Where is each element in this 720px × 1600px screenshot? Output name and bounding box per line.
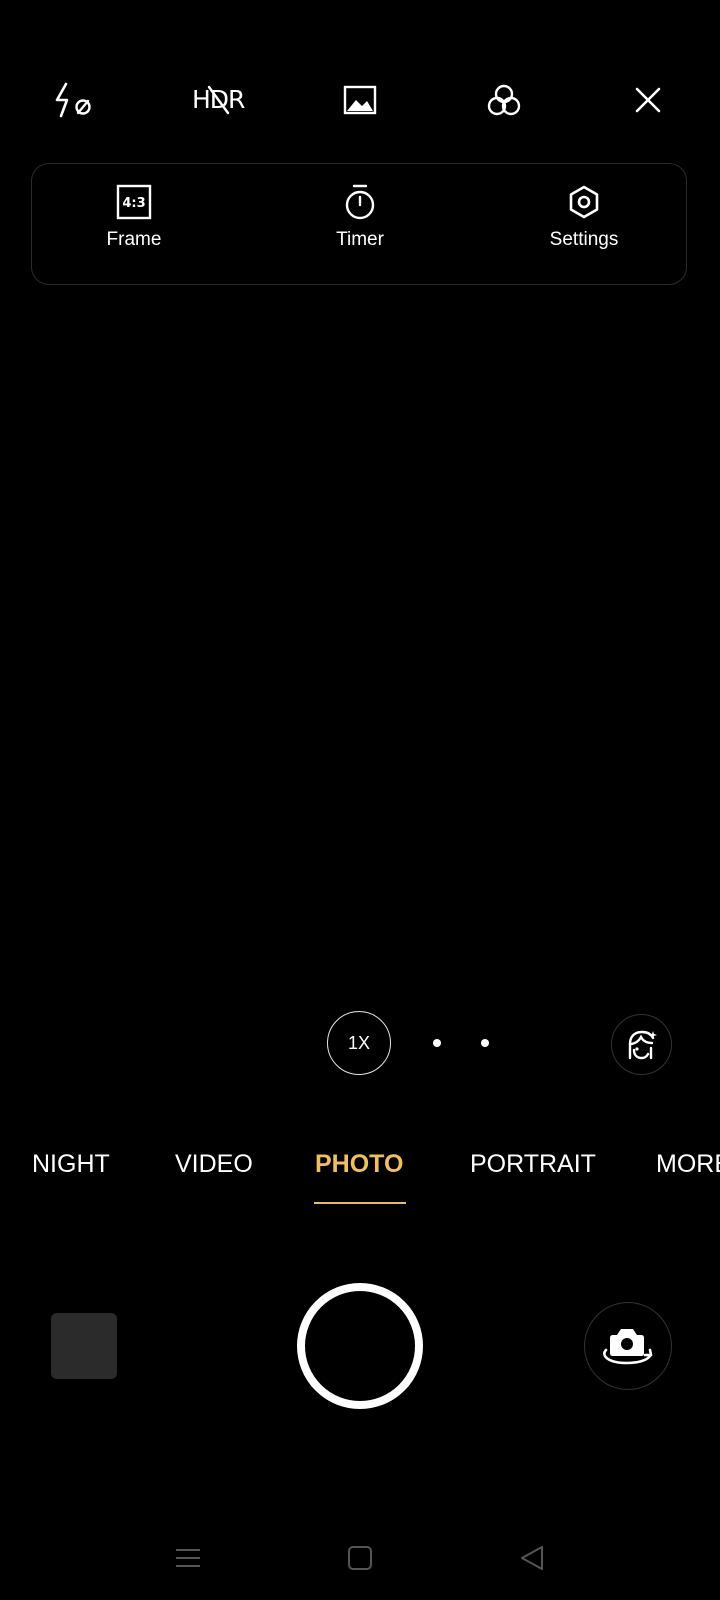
- frame-label: Frame: [106, 229, 162, 250]
- settings-label: Settings: [549, 229, 619, 250]
- timer-icon: [342, 184, 378, 220]
- shutter-button[interactable]: [297, 1283, 423, 1409]
- flip-camera-icon[interactable]: [584, 1302, 672, 1390]
- close-icon[interactable]: [626, 78, 670, 122]
- settings-button[interactable]: Settings: [504, 184, 664, 268]
- active-mode-indicator: [314, 1202, 406, 1204]
- mode-photo[interactable]: PHOTO: [315, 1149, 403, 1179]
- timer-label: Timer: [336, 229, 384, 250]
- face-beauty-icon[interactable]: [611, 1014, 672, 1075]
- mode-video[interactable]: VIDEO: [175, 1149, 253, 1179]
- zoom-option-dot[interactable]: [481, 1039, 489, 1047]
- filter-circles-icon[interactable]: [482, 78, 526, 122]
- timer-button[interactable]: Timer: [280, 184, 440, 268]
- zoom-option-dot[interactable]: [433, 1039, 441, 1047]
- aspect-ratio-text: 4:3: [122, 196, 145, 211]
- zoom-1x-button[interactable]: 1X: [327, 1011, 391, 1075]
- hdr-off-icon[interactable]: HDR: [191, 78, 245, 122]
- zoom-label: 1X: [347, 1032, 371, 1053]
- flash-off-icon[interactable]: [51, 78, 95, 122]
- quick-settings-panel: 4:3 Frame Timer Settings: [31, 163, 687, 285]
- aspect-ratio-icon: 4:3: [116, 184, 152, 220]
- gallery-thumbnail[interactable]: [51, 1313, 117, 1379]
- menu-icon[interactable]: [168, 1538, 208, 1578]
- home-icon[interactable]: [340, 1538, 380, 1578]
- settings-icon: [566, 184, 602, 220]
- mode-more[interactable]: MORE: [656, 1149, 720, 1179]
- mode-night[interactable]: NIGHT: [32, 1149, 110, 1179]
- mode-portrait[interactable]: PORTRAIT: [470, 1149, 596, 1179]
- frame-button[interactable]: 4:3 Frame: [54, 184, 214, 268]
- image-icon[interactable]: [338, 78, 382, 122]
- back-icon[interactable]: [512, 1538, 552, 1578]
